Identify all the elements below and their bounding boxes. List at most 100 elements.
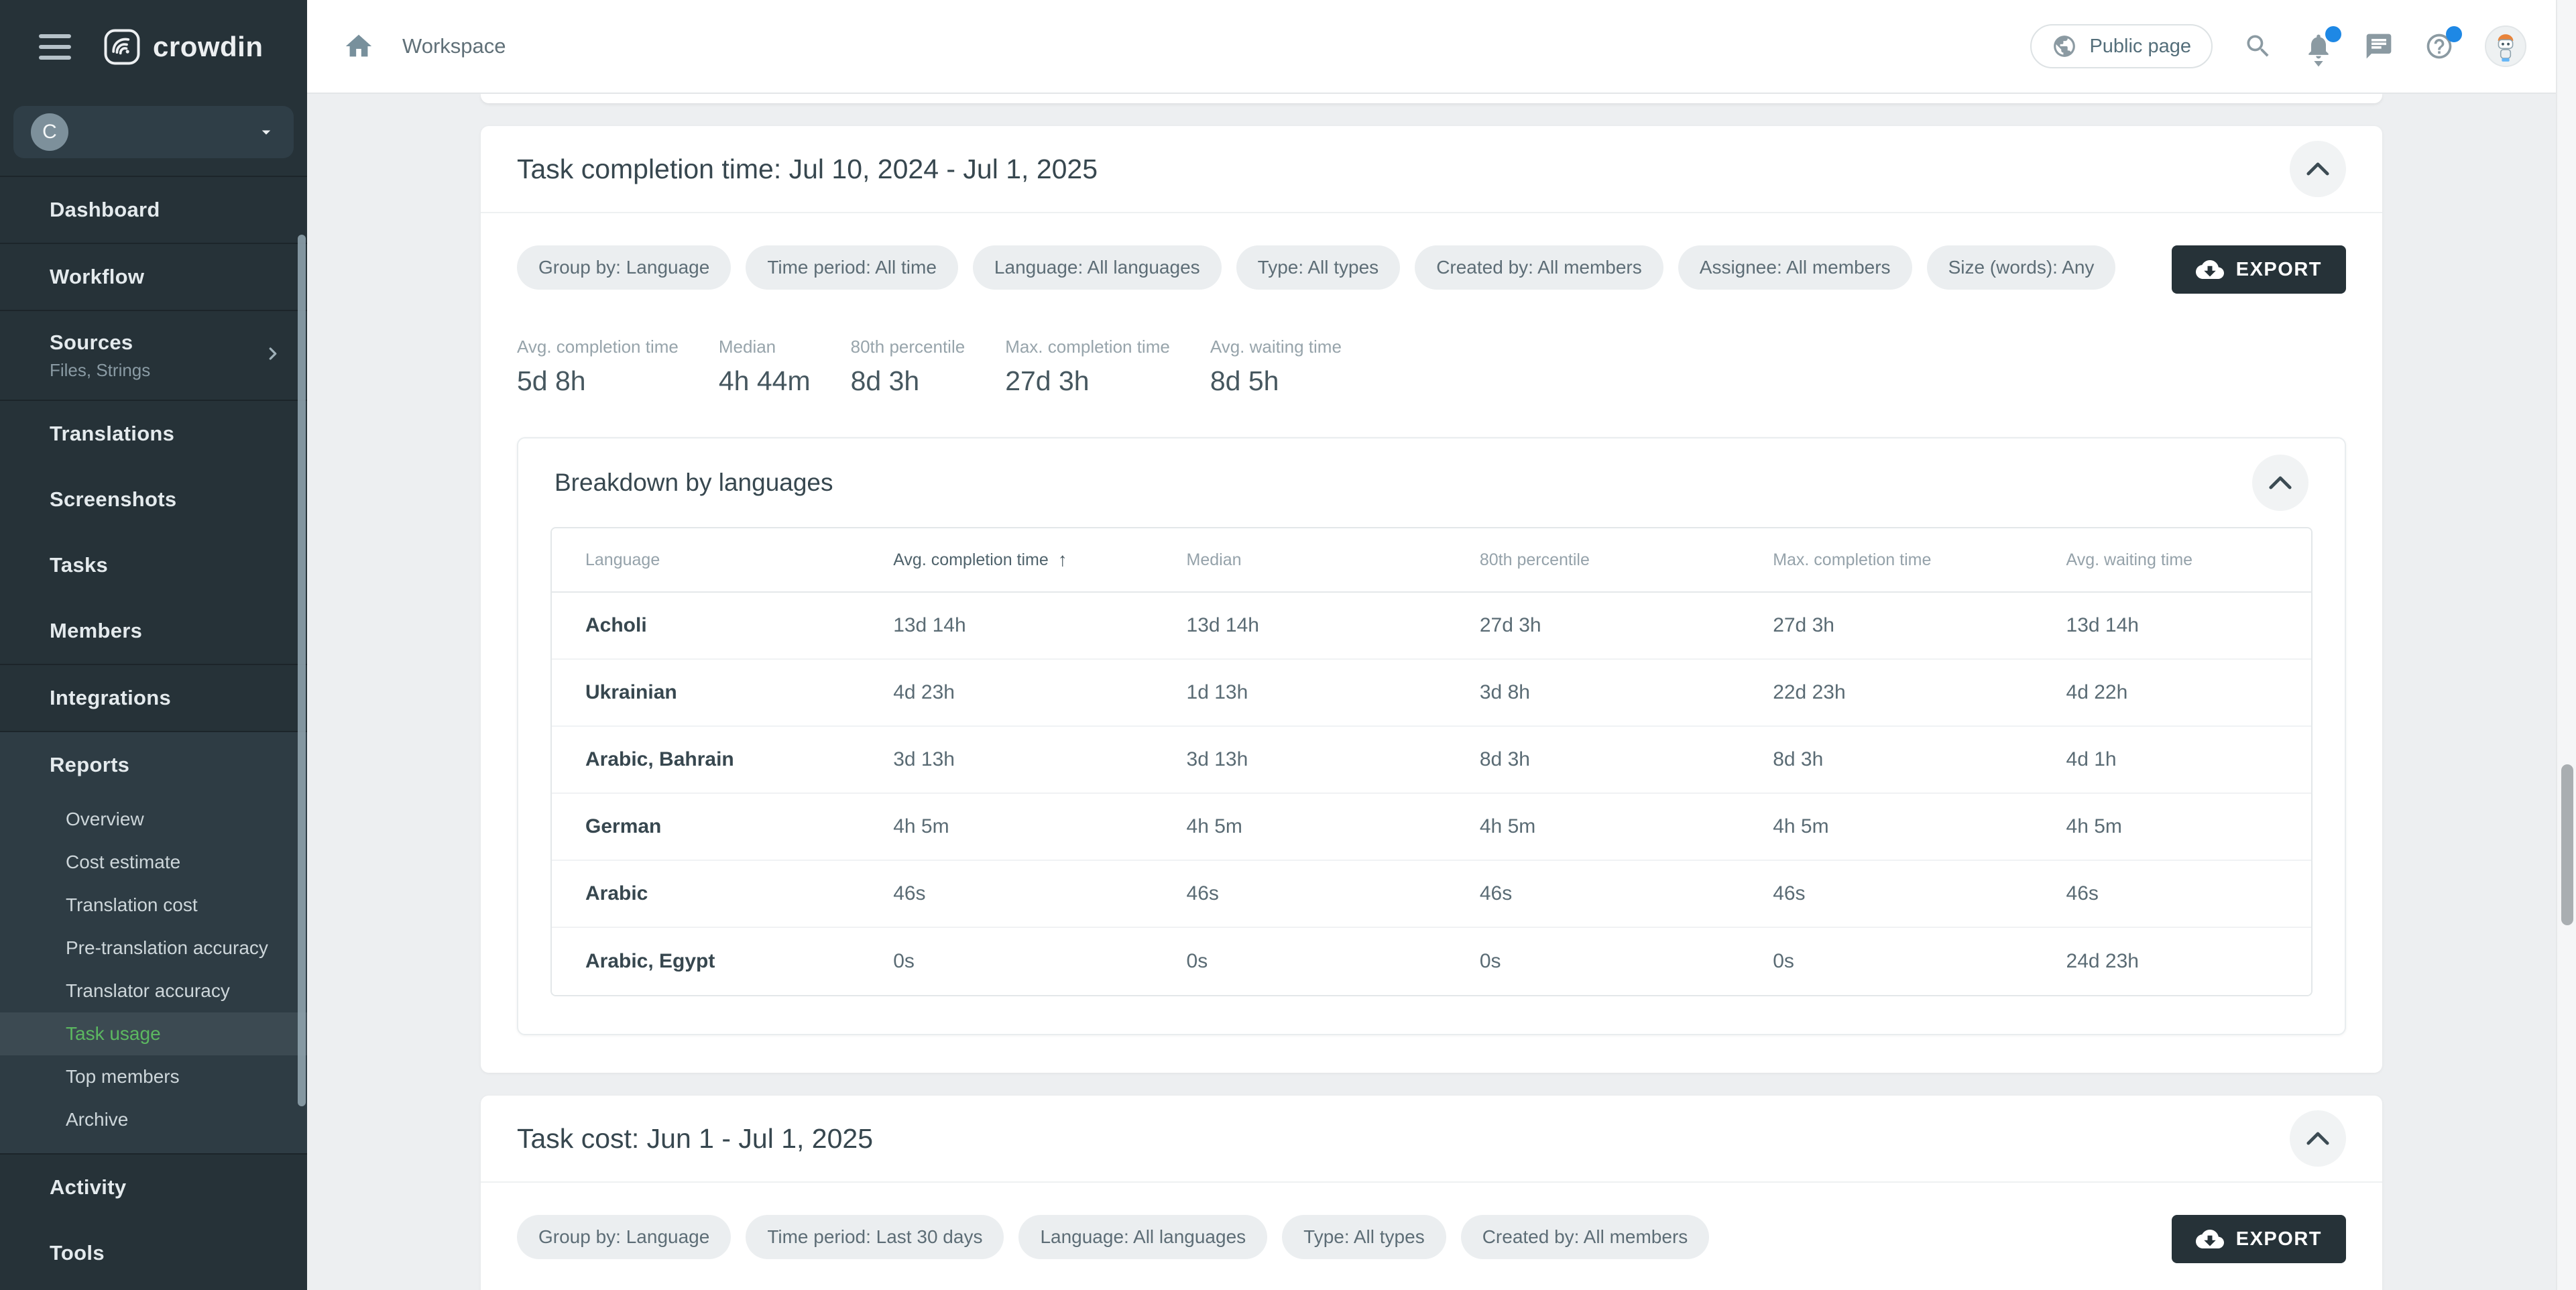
column-header-language[interactable]: Language (552, 550, 860, 570)
sidebar-item-members[interactable]: Members (0, 598, 307, 664)
value-cell: 13d 14h (860, 614, 1153, 637)
value-cell: 46s (1739, 882, 2032, 905)
collapse-task-cost-button[interactable] (2290, 1110, 2346, 1167)
table-row-arabic: Arabic46s46s46s46s46s (552, 861, 2311, 928)
sidebar-item-archive[interactable]: Archive (0, 1098, 307, 1141)
sidebar-item-dashboard[interactable]: Dashboard (0, 177, 307, 243)
stat-label: 80th percentile (851, 337, 965, 357)
value-cell: 24d 23h (2033, 950, 2311, 973)
sidebar-item-tools[interactable]: Tools (0, 1220, 307, 1286)
filter-chip-type[interactable]: Type: All types (1282, 1215, 1446, 1259)
sidebar-item-tasks[interactable]: Tasks (0, 532, 307, 598)
search-button[interactable] (2243, 32, 2273, 61)
sidebar-item-sources[interactable]: SourcesFiles, Strings (0, 311, 307, 400)
language-cell: Arabic, Egypt (552, 950, 860, 973)
task-completion-stats: Avg. completion time5d 8hMedian4h 44m80t… (517, 337, 2346, 397)
filter-chip-group-by[interactable]: Group by: Language (517, 1215, 731, 1259)
stat-value: 8d 3h (851, 365, 965, 397)
previous-card-fragment (481, 94, 2382, 103)
filter-chip-time-period[interactable]: Time period: Last 30 days (746, 1215, 1004, 1259)
table-row-acholi: Acholi13d 14h13d 14h27d 3h27d 3h13d 14h (552, 593, 2311, 660)
language-cell: German (552, 815, 860, 838)
column-header-avg-waiting-time[interactable]: Avg. waiting time (2033, 550, 2311, 570)
breakdown-panel: Breakdown by languages Language Avg. comp… (517, 437, 2346, 1035)
menu-toggle-icon[interactable] (39, 34, 71, 60)
globe-icon (2052, 34, 2077, 59)
breakdown-table: Language Avg. completion time↑Median 80th … (550, 527, 2312, 996)
messages-button[interactable] (2364, 32, 2394, 61)
cloud-download-icon (2196, 1225, 2224, 1253)
chat-icon (2364, 32, 2394, 61)
value-cell: 46s (2033, 882, 2311, 905)
stat-avg-waiting-time: Avg. waiting time8d 5h (1210, 337, 1342, 397)
sidebar-item-overview[interactable]: Overview (0, 798, 307, 841)
filter-chip-created-by[interactable]: Created by: All members (1415, 245, 1663, 290)
page-scrollbar-thumb[interactable] (2561, 764, 2573, 925)
help-button[interactable] (2424, 32, 2454, 61)
filter-chip-time-period[interactable]: Time period: All time (746, 245, 958, 290)
column-header-median[interactable]: Median (1153, 550, 1446, 570)
sidebar-item-activity[interactable]: Activity (0, 1155, 307, 1220)
filter-chip-assignee[interactable]: Assignee: All members (1678, 245, 1912, 290)
project-selector[interactable]: C (13, 106, 294, 158)
column-header-max-completion-time[interactable]: Max. completion time (1739, 550, 2032, 570)
column-header-80th-percentile[interactable]: 80th percentile (1446, 550, 1739, 570)
notification-dot (2325, 26, 2341, 42)
column-header-label: Avg. completion time (893, 550, 1049, 570)
sidebar-item-top-members[interactable]: Top members (0, 1055, 307, 1098)
chevron-up-icon (2269, 475, 2292, 490)
task-completion-title: Task completion time: Jul 10, 2024 - Jul… (517, 154, 1098, 185)
value-cell: 4h 5m (1446, 815, 1739, 838)
filter-chip-size-words[interactable]: Size (words): Any (1927, 245, 2116, 290)
sidebar-header: crowdin (0, 0, 307, 94)
sidebar-item-screenshots[interactable]: Screenshots (0, 467, 307, 532)
stat-label: Max. completion time (1005, 337, 1170, 357)
topbar: Workspace Public page (307, 0, 2556, 94)
export-task-cost-button[interactable]: EXPORT (2172, 1215, 2346, 1263)
sidebar-item-label: Tools (50, 1241, 307, 1265)
sidebar-item-cost-estimate[interactable]: Cost estimate (0, 841, 307, 884)
filter-chip-language[interactable]: Language: All languages (973, 245, 1222, 290)
filter-chip-type[interactable]: Type: All types (1236, 245, 1401, 290)
column-header-label: 80th percentile (1480, 550, 1590, 570)
collapse-breakdown-button[interactable] (2252, 455, 2308, 511)
value-cell: 4h 5m (2033, 815, 2311, 838)
public-page-label: Public page (2089, 36, 2191, 58)
value-cell: 8d 3h (1446, 748, 1739, 771)
home-button[interactable] (343, 31, 374, 62)
sidebar-item-task-usage[interactable]: Task usage (0, 1012, 307, 1055)
user-avatar[interactable] (2485, 25, 2526, 67)
sidebar-item-translation-cost[interactable]: Translation cost (0, 884, 307, 927)
filter-chip-language[interactable]: Language: All languages (1018, 1215, 1267, 1259)
task-completion-body: Group by: Language Time period: All time L… (481, 213, 2382, 1073)
column-header-avg-completion-time[interactable]: Avg. completion time↑ (860, 549, 1153, 571)
sidebar-item-label: Integrations (50, 686, 307, 710)
sidebar-item-translations[interactable]: Translations (0, 401, 307, 467)
topbar-actions: Public page (2030, 24, 2526, 68)
stat-max-completion-time: Max. completion time27d 3h (1005, 337, 1170, 397)
brand-name: crowdin (153, 31, 264, 63)
sidebar-item-workflow[interactable]: Workflow (0, 244, 307, 310)
sidebar-item-pre-translation-accuracy[interactable]: Pre-translation accuracy (0, 927, 307, 970)
collapse-task-completion-button[interactable] (2290, 141, 2346, 197)
stat-80th-percentile: 80th percentile 8d 3h (851, 337, 965, 397)
breadcrumb-workspace[interactable]: Workspace (402, 34, 506, 58)
export-task-completion-button[interactable]: EXPORT (2172, 245, 2346, 294)
breakdown-header: Breakdown by languages (518, 438, 2345, 527)
filter-chip-created-by[interactable]: Created by: All members (1461, 1215, 1710, 1259)
column-header-label: Language (585, 550, 660, 570)
crowdin-logo[interactable]: crowdin (103, 28, 264, 66)
table-row-arabic-egypt: Arabic, Egypt0s0s0s0s24d 23h (552, 928, 2311, 995)
sidebar-scrollbar-thumb[interactable] (298, 235, 306, 1106)
sidebar-item-integrations[interactable]: Integrations (0, 665, 307, 731)
public-page-button[interactable]: Public page (2030, 24, 2213, 68)
value-cell: 1d 13h (1153, 681, 1446, 704)
value-cell: 3d 13h (1153, 748, 1446, 771)
stat-label: Avg. waiting time (1210, 337, 1342, 357)
sidebar-item-reports[interactable]: Reports (0, 732, 307, 798)
value-cell: 0s (1739, 950, 2032, 973)
notifications-button[interactable] (2304, 32, 2333, 61)
sidebar-item-translator-accuracy[interactable]: Translator accuracy (0, 970, 307, 1012)
filter-chip-group-by[interactable]: Group by: Language (517, 245, 731, 290)
value-cell: 0s (1446, 950, 1739, 973)
